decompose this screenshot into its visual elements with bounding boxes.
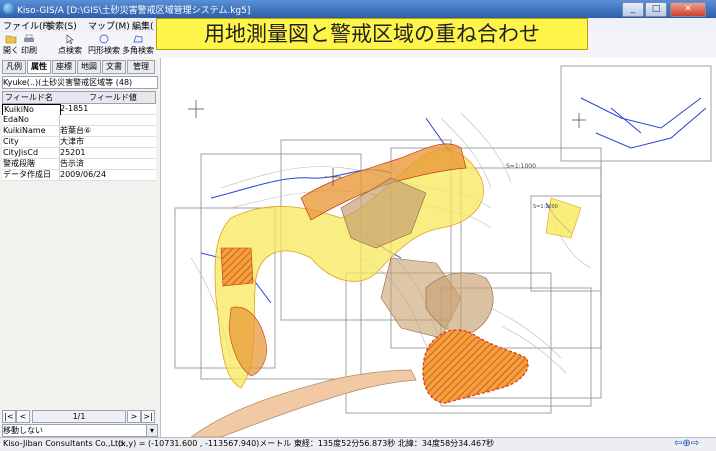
table-row[interactable]: データ作成日 2009/06/24 bbox=[2, 170, 156, 181]
circle-search-tool[interactable]: 円形検索 bbox=[88, 34, 120, 56]
road-shape bbox=[190, 369, 417, 437]
company-name: Kiso-Jiban Consultants Co.,Ltd. bbox=[3, 439, 126, 448]
window-title: Kiso-GIS/A [D:\GIS\土砂災害警戒区域管理システム.kg5] bbox=[17, 6, 251, 16]
row-value: 2009/06/24 bbox=[60, 170, 107, 179]
move-mode-select[interactable]: 移動しない ▾ bbox=[2, 424, 158, 437]
chevron-down-icon[interactable]: ▾ bbox=[146, 425, 157, 436]
map-view[interactable]: S=1:1000 S=1:1000 bbox=[161, 58, 716, 437]
point-search-label: 点検索 bbox=[58, 46, 82, 55]
row-value: 2-1851 bbox=[60, 104, 89, 113]
attribute-grid: フィールド名 フィールド値 KuikiNo 2-1851 EdaNo KuikiN… bbox=[2, 91, 156, 181]
menu-search[interactable]: 検索(S) bbox=[46, 19, 77, 32]
scale-label: S=1:1000 bbox=[533, 204, 558, 210]
tab-map[interactable]: 地図 bbox=[77, 60, 101, 74]
point-search-tool[interactable]: 点検索 bbox=[58, 34, 82, 56]
polygon-search-label: 多角検索 bbox=[122, 46, 154, 55]
table-row[interactable]: KuikiName 若葉台⑥ bbox=[2, 126, 156, 137]
close-button[interactable]: ✕ bbox=[670, 2, 706, 17]
last-record-button[interactable]: >| bbox=[141, 410, 155, 423]
print-label: 印刷 bbox=[21, 46, 37, 55]
field-value-header: フィールド値 bbox=[89, 93, 137, 102]
navigation-icon[interactable]: ⇦⊕⇨ bbox=[674, 438, 699, 450]
row-field: CityJisCd bbox=[2, 148, 60, 158]
table-row[interactable]: City 大津市 bbox=[2, 137, 156, 148]
table-row[interactable]: EdaNo bbox=[2, 115, 156, 126]
row-value bbox=[60, 115, 150, 125]
folder-icon bbox=[5, 35, 17, 44]
app-icon bbox=[3, 3, 14, 14]
maximize-button[interactable]: □ bbox=[645, 2, 667, 17]
first-record-button[interactable]: |< bbox=[2, 410, 16, 423]
row-value: 若葉台⑥ bbox=[60, 126, 92, 135]
row-field: KuikiName bbox=[2, 126, 60, 136]
field-name-header: フィールド名 bbox=[5, 93, 53, 102]
zone-hatched-red bbox=[422, 329, 529, 404]
table-row[interactable]: 警戒段階 告示済 bbox=[2, 159, 156, 170]
prev-record-button[interactable]: < bbox=[16, 410, 30, 423]
row-value: 大津市 bbox=[60, 137, 84, 146]
grid-header: フィールド名 フィールド値 bbox=[2, 91, 156, 104]
layer-selector[interactable]: Kyuke(..)(土砂災害警戒区域等 (48) bbox=[2, 76, 158, 89]
tab-legend[interactable]: 凡例 bbox=[2, 60, 26, 74]
menu-edit[interactable]: 編集( bbox=[132, 19, 154, 32]
overlay-banner: 用地測量図と警戒区域の重ね合わせ bbox=[156, 18, 588, 50]
row-field: データ作成日 bbox=[2, 170, 60, 180]
record-pager: |< < 1/1 > >| bbox=[2, 410, 156, 423]
circle-icon bbox=[99, 34, 109, 44]
print-tool[interactable]: 印刷 bbox=[21, 34, 37, 56]
row-value: 25201 bbox=[60, 148, 86, 157]
open-tool[interactable]: 開く bbox=[3, 34, 19, 56]
next-record-button[interactable]: > bbox=[127, 410, 141, 423]
coordinate-readout: (x,y) = (-10731.600 , -113567.940)メートル 東… bbox=[118, 439, 495, 448]
status-bar: Kiso-Jiban Consultants Co.,Ltd. (x,y) = … bbox=[0, 437, 716, 451]
table-row[interactable]: CityJisCd 25201 bbox=[2, 148, 156, 159]
row-value: 告示済 bbox=[60, 159, 84, 168]
row-field: 警戒段階 bbox=[2, 159, 60, 169]
polygon-search-tool[interactable]: 多角検索 bbox=[122, 34, 154, 56]
tab-attributes[interactable]: 属性 bbox=[27, 60, 51, 74]
attribute-panel: 凡例 属性 座標 地図 文書 管理 Kyuke(..)(土砂災害警戒区域等 (4… bbox=[0, 58, 161, 437]
polygon-icon bbox=[133, 35, 143, 43]
pointer-icon bbox=[66, 34, 74, 44]
open-label: 開く bbox=[3, 46, 19, 55]
move-mode-value: 移動しない bbox=[3, 426, 43, 435]
tab-coordinates[interactable]: 座標 bbox=[52, 60, 76, 74]
table-row[interactable]: KuikiNo 2-1851 bbox=[2, 104, 156, 116]
scale-label: S=1:1000 bbox=[506, 163, 536, 170]
circle-search-label: 円形検索 bbox=[88, 46, 120, 55]
menu-map[interactable]: マップ(M) bbox=[88, 19, 130, 32]
printer-icon bbox=[24, 34, 34, 42]
row-field: EdaNo bbox=[2, 115, 60, 125]
menu-file[interactable]: ファイル(F) bbox=[3, 19, 51, 32]
row-field: City bbox=[2, 137, 60, 147]
tab-documents[interactable]: 文書 bbox=[102, 60, 126, 74]
map-canvas[interactable]: S=1:1000 S=1:1000 bbox=[161, 58, 716, 437]
record-counter: 1/1 bbox=[32, 410, 126, 423]
title-bar: Kiso-GIS/A [D:\GIS\土砂災害警戒区域管理システム.kg5] _… bbox=[0, 0, 716, 18]
zone-left-hatch bbox=[220, 247, 254, 287]
tab-management[interactable]: 管理 bbox=[127, 60, 155, 74]
minimize-button[interactable]: _ bbox=[622, 2, 644, 17]
